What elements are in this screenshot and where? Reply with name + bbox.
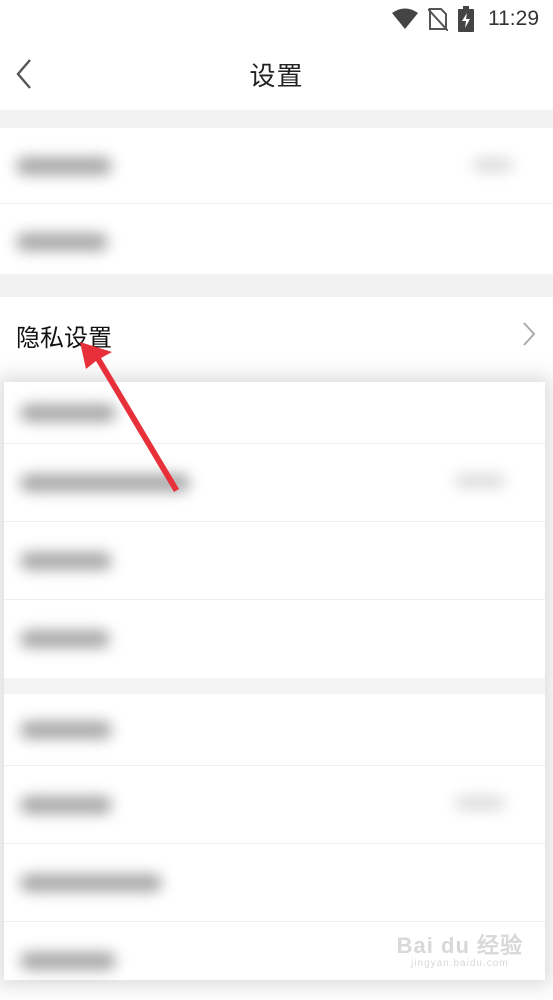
list-item[interactable] (4, 522, 545, 600)
blurred-overlay-panel (4, 382, 545, 980)
blurred-label (16, 156, 112, 175)
chevron-left-icon (16, 59, 31, 89)
section-gap (4, 678, 545, 694)
watermark-main: Bai du 经验 (396, 933, 523, 958)
no-sim-icon (428, 7, 448, 31)
list-item[interactable] (4, 600, 545, 678)
section-gap (0, 274, 553, 297)
battery-charging-icon (458, 6, 474, 32)
status-time: 11:29 (488, 7, 539, 30)
blurred-label (20, 795, 112, 814)
blurred-section-1 (0, 128, 553, 274)
list-item[interactable] (4, 694, 545, 766)
list-item[interactable] (4, 766, 545, 844)
list-item[interactable] (0, 204, 553, 280)
section-gap (0, 110, 553, 128)
blurred-label (20, 720, 112, 739)
blurred-label (20, 952, 116, 970)
chevron-right-icon (523, 322, 536, 346)
privacy-settings-label: 隐私设置 (16, 323, 112, 352)
blurred-value (455, 474, 505, 488)
blurred-label (16, 233, 108, 251)
blurred-value (455, 796, 505, 810)
list-item[interactable] (4, 444, 545, 522)
nav-bar: 设置 (0, 38, 553, 110)
blurred-label (20, 551, 112, 570)
blurred-value (473, 158, 513, 172)
list-item[interactable] (0, 128, 553, 204)
blurred-label (20, 873, 162, 892)
page-title: 设置 (249, 61, 304, 92)
blurred-label (20, 473, 190, 492)
wifi-icon (392, 8, 418, 30)
blurred-label (20, 630, 110, 648)
privacy-settings-row[interactable]: 隐私设置 (0, 297, 553, 373)
watermark-sub: jingyan.baidu.com (411, 958, 509, 969)
blurred-label (20, 403, 116, 422)
status-bar: 11:29 (0, 0, 553, 38)
list-item[interactable] (4, 382, 545, 444)
back-button[interactable] (10, 54, 40, 94)
baidu-watermark: Bai du 经验 jingyan.baidu.com (397, 928, 523, 969)
list-item[interactable] (4, 844, 545, 922)
